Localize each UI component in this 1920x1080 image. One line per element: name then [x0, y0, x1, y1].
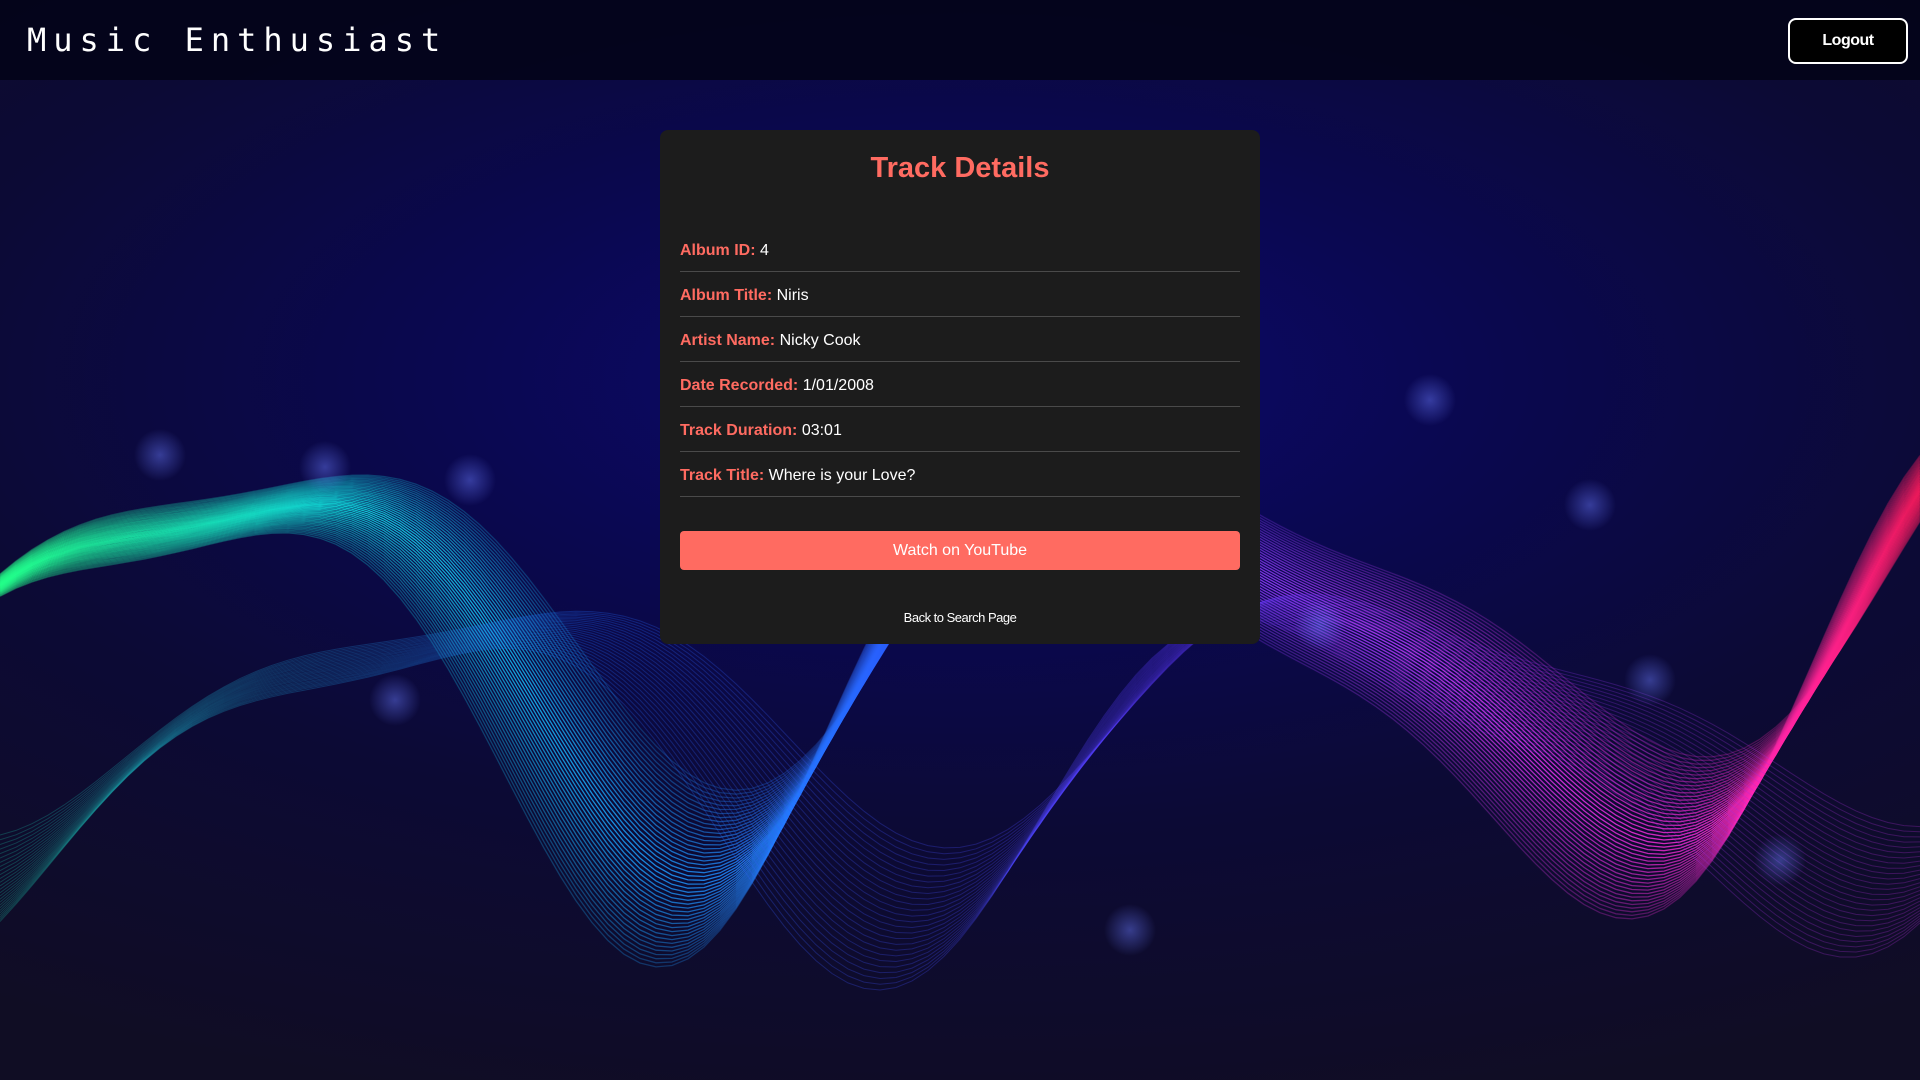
detail-label: Album Title:	[680, 287, 773, 304]
glow-dot	[1754, 834, 1806, 886]
glow-dot	[1624, 654, 1676, 706]
glow-dot	[1404, 374, 1456, 426]
detail-label: Album ID:	[680, 242, 756, 259]
detail-value: Nicky Cook	[779, 332, 861, 349]
glow-dot	[299, 441, 351, 493]
detail-row-album-title: Album Title: Niris	[680, 273, 1240, 317]
detail-value: Niris	[776, 287, 809, 304]
glow-dot	[134, 429, 186, 481]
detail-row-track-duration: Track Duration: 03:01	[680, 408, 1240, 452]
detail-value: 4	[760, 242, 769, 259]
site-brand-title: Music Enthusiast	[27, 21, 448, 59]
detail-label: Track Duration:	[680, 422, 798, 439]
glow-dot	[444, 454, 496, 506]
glow-dot	[1294, 599, 1346, 651]
top-navigation-bar: Music Enthusiast Logout	[0, 0, 1920, 80]
card-title: Track Details	[870, 152, 1050, 184]
wave-line	[0, 602, 1920, 900]
detail-row-artist-name: Artist Name: Nicky Cook	[680, 318, 1240, 362]
detail-value: Where is your Love?	[768, 467, 916, 484]
detail-label: Track Title:	[680, 467, 765, 484]
glow-dot	[369, 674, 421, 726]
detail-label: Date Recorded:	[680, 377, 799, 394]
glow-dot	[1104, 904, 1156, 956]
detail-row-album-id: Album ID: 4	[680, 228, 1240, 272]
glow-dot	[1564, 479, 1616, 531]
logout-button[interactable]: Logout	[1788, 18, 1908, 64]
back-to-search-link[interactable]: Back to Search Page	[680, 610, 1240, 625]
detail-value: 03:01	[801, 422, 842, 439]
wave-line	[0, 606, 1920, 923]
detail-label: Artist Name:	[680, 332, 776, 349]
track-details-list: Album ID: 4 Album Title: Niris Artist Na…	[680, 228, 1240, 497]
detail-value: 1/01/2008	[802, 377, 874, 394]
watch-on-youtube-button[interactable]: Watch on YouTube	[680, 531, 1240, 570]
detail-row-track-title: Track Title: Where is your Love?	[680, 453, 1240, 497]
track-details-card: Track Details Album ID: 4 Album Title: N…	[660, 130, 1260, 644]
detail-row-date-recorded: Date Recorded: 1/01/2008	[680, 363, 1240, 407]
